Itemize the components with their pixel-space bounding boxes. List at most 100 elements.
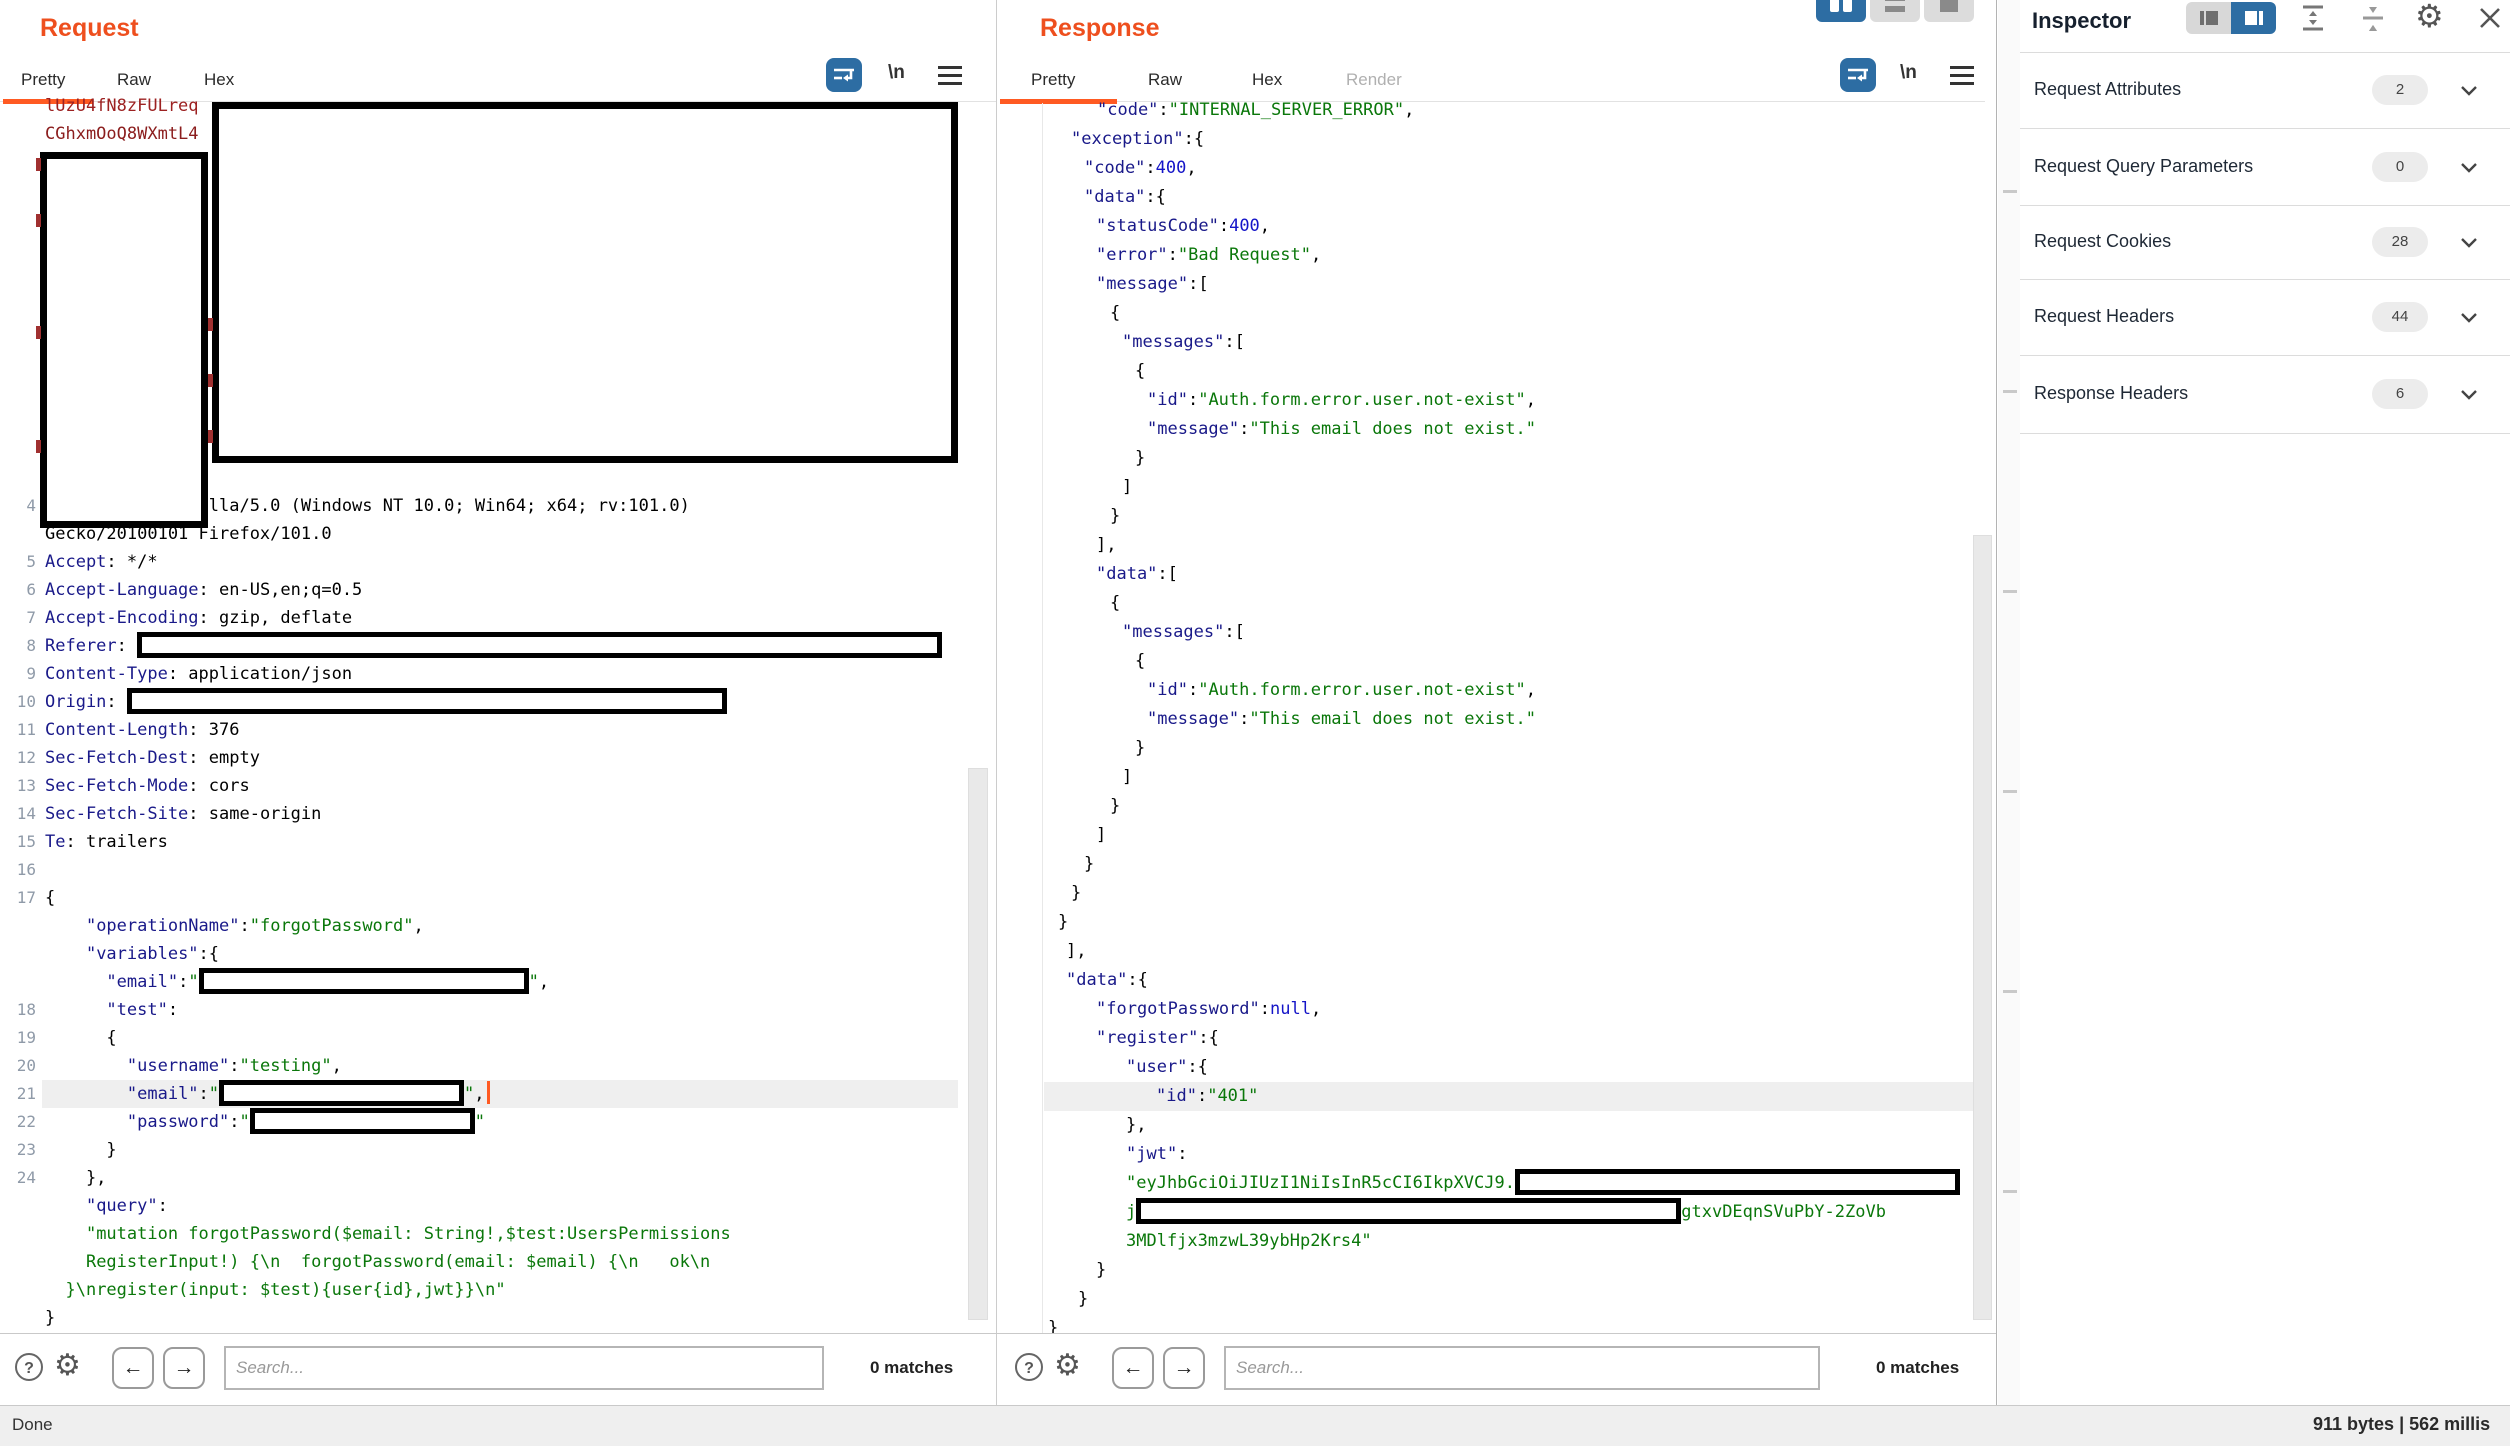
code-line: "code":"INTERNAL_SERVER_ERROR", <box>1000 96 1985 125</box>
chevron-down-icon[interactable] <box>2458 231 2480 253</box>
code-line: 15Te: trailers <box>0 828 958 856</box>
code-line: ] <box>1000 473 1985 502</box>
dock-right-button[interactable] <box>2231 2 2276 34</box>
section-separator <box>2020 433 2510 434</box>
section-count-badge: 44 <box>2372 302 2428 332</box>
newline-toggle[interactable]: \n <box>888 62 905 84</box>
chevron-down-icon[interactable] <box>2458 156 2480 178</box>
response-search-input[interactable] <box>1224 1346 1820 1390</box>
code-line: 21 "email":"", <box>0 1080 958 1108</box>
section-label: Request Headers <box>2034 306 2174 327</box>
search-settings-gear-icon[interactable]: ⚙ <box>54 1351 81 1381</box>
inspector-section-response-headers[interactable]: Response Headers6 <box>2020 355 2510 433</box>
code-line: { <box>1000 299 1985 328</box>
code-line: "mutation forgotPassword($email: String!… <box>0 1220 958 1248</box>
code-line: 13Sec-Fetch-Mode: cors <box>0 772 958 800</box>
tab-request-hex[interactable]: Hex <box>204 70 234 90</box>
chevron-down-icon[interactable] <box>2458 306 2480 328</box>
line-number: 12 <box>0 744 36 772</box>
text-cursor <box>487 1081 490 1104</box>
layout-single-button[interactable] <box>1924 0 1974 22</box>
request-search-input[interactable] <box>224 1346 824 1390</box>
inspector-section-request-query-parameters[interactable]: Request Query Parameters0 <box>2020 128 2510 205</box>
search-prev-button[interactable]: ← <box>112 1347 154 1389</box>
code-line: "register":{ <box>1000 1024 1985 1053</box>
redaction-box <box>137 632 942 658</box>
search-next-button[interactable]: → <box>163 1347 205 1389</box>
code-line: ] <box>1000 763 1985 792</box>
chevron-down-icon[interactable] <box>2458 79 2480 101</box>
code-line: "jwt": <box>1000 1140 1985 1169</box>
line-number: 5 <box>0 548 36 576</box>
tab-response-hex[interactable]: Hex <box>1252 70 1282 90</box>
inspector-splitter[interactable] <box>1996 0 1997 1405</box>
code-line: } <box>1000 879 1985 908</box>
redaction-box <box>1136 1198 1681 1224</box>
code-line: { <box>1000 357 1985 386</box>
tab-request-pretty[interactable]: Pretty <box>21 70 65 90</box>
code-line: 9Content-Type: application/json <box>0 660 958 688</box>
wrap-toggle-button[interactable] <box>1840 58 1876 92</box>
line-number: 23 <box>0 1136 36 1164</box>
redaction-box-tall <box>40 152 208 528</box>
inspector-section-request-cookies[interactable]: Request Cookies28 <box>2020 205 2510 279</box>
code-line: "eyJhbGciOiJIUzI1NiIsInR5cCI6IkpXVCJ9. <box>1000 1169 1985 1198</box>
search-settings-gear-icon[interactable]: ⚙ <box>1054 1351 1081 1381</box>
splitter-grip <box>2003 990 2017 993</box>
dock-right-icon <box>2245 11 2263 25</box>
section-label: Response Headers <box>2034 383 2188 404</box>
search-next-button[interactable]: → <box>1163 1347 1205 1389</box>
newline-toggle[interactable]: \n <box>1900 62 1917 84</box>
inspector-settings-gear-icon[interactable]: ⚙ <box>2415 1 2444 31</box>
code-line: "data":[ <box>1000 560 1985 589</box>
collapse-all-button[interactable] <box>2356 3 2390 38</box>
inspector-section-request-headers[interactable]: Request Headers 44 <box>2020 279 2510 355</box>
inspector-layout-toggle[interactable] <box>2186 2 2276 34</box>
code-line: 14Sec-Fetch-Site: same-origin <box>0 800 958 828</box>
code-line: "email":"", <box>0 968 958 996</box>
wrap-toggle-button[interactable] <box>826 58 862 92</box>
chevron-down-icon[interactable] <box>2458 383 2480 405</box>
redaction-box <box>219 1080 464 1106</box>
code-line: "code":400, <box>1000 154 1985 183</box>
inspector-title: Inspector <box>2032 8 2131 34</box>
response-menu-icon[interactable] <box>1950 66 1974 86</box>
inspector-splitter-strip[interactable] <box>1998 0 2020 1405</box>
code-line: ] <box>1000 821 1985 850</box>
code-line: ], <box>1000 937 1985 966</box>
code-line: "data":{ <box>1000 966 1985 995</box>
response-scrollbar[interactable] <box>1973 535 1992 1320</box>
tab-response-pretty[interactable]: Pretty <box>1031 70 1075 90</box>
section-count-badge: 0 <box>2372 152 2428 182</box>
line-number: 13 <box>0 772 36 800</box>
search-prev-button[interactable]: ← <box>1112 1347 1154 1389</box>
dock-left-button[interactable] <box>2186 2 2231 34</box>
code-line: 17{ <box>0 884 958 912</box>
layout-columns-button[interactable] <box>1816 0 1866 22</box>
redacted-token-fragment: lUzU4fN8zFULreq <box>45 96 199 116</box>
tab-response-raw[interactable]: Raw <box>1148 70 1182 90</box>
inspector-section-request-attributes[interactable]: Request Attributes2 <box>2020 52 2510 128</box>
redacted-token-fragment: CGhxmOoQ8WXmtL4 <box>45 124 199 144</box>
expand-all-button[interactable] <box>2296 3 2330 38</box>
layout-rows-button[interactable] <box>1870 0 1920 22</box>
code-line: "id":"Auth.form.error.user.not-exist", <box>1000 386 1985 415</box>
help-icon[interactable]: ? <box>1015 1353 1043 1381</box>
splitter-grip <box>2003 790 2017 793</box>
request-scrollbar[interactable] <box>968 768 988 1320</box>
code-line: } <box>1000 444 1985 473</box>
line-number: 24 <box>0 1164 36 1192</box>
tab-request-raw[interactable]: Raw <box>117 70 151 90</box>
code-line: "variables":{ <box>0 940 958 968</box>
line-number: 19 <box>0 1024 36 1052</box>
columns-icon <box>1830 0 1839 12</box>
tab-response-render[interactable]: Render <box>1346 70 1402 90</box>
code-line: jgtxvDEqnSVuPbY-2ZoVb <box>1000 1198 1985 1227</box>
rows-icon <box>1885 0 1905 1</box>
help-icon[interactable]: ? <box>15 1353 43 1381</box>
inspector-close-button[interactable] <box>2476 4 2504 37</box>
request-menu-icon[interactable] <box>938 66 962 86</box>
line-number: 10 <box>0 688 36 716</box>
response-editor[interactable]: "code":"INTERNAL_SERVER_ERROR","exceptio… <box>1000 101 1985 1333</box>
code-line: "message":"This email does not exist." <box>1000 415 1985 444</box>
